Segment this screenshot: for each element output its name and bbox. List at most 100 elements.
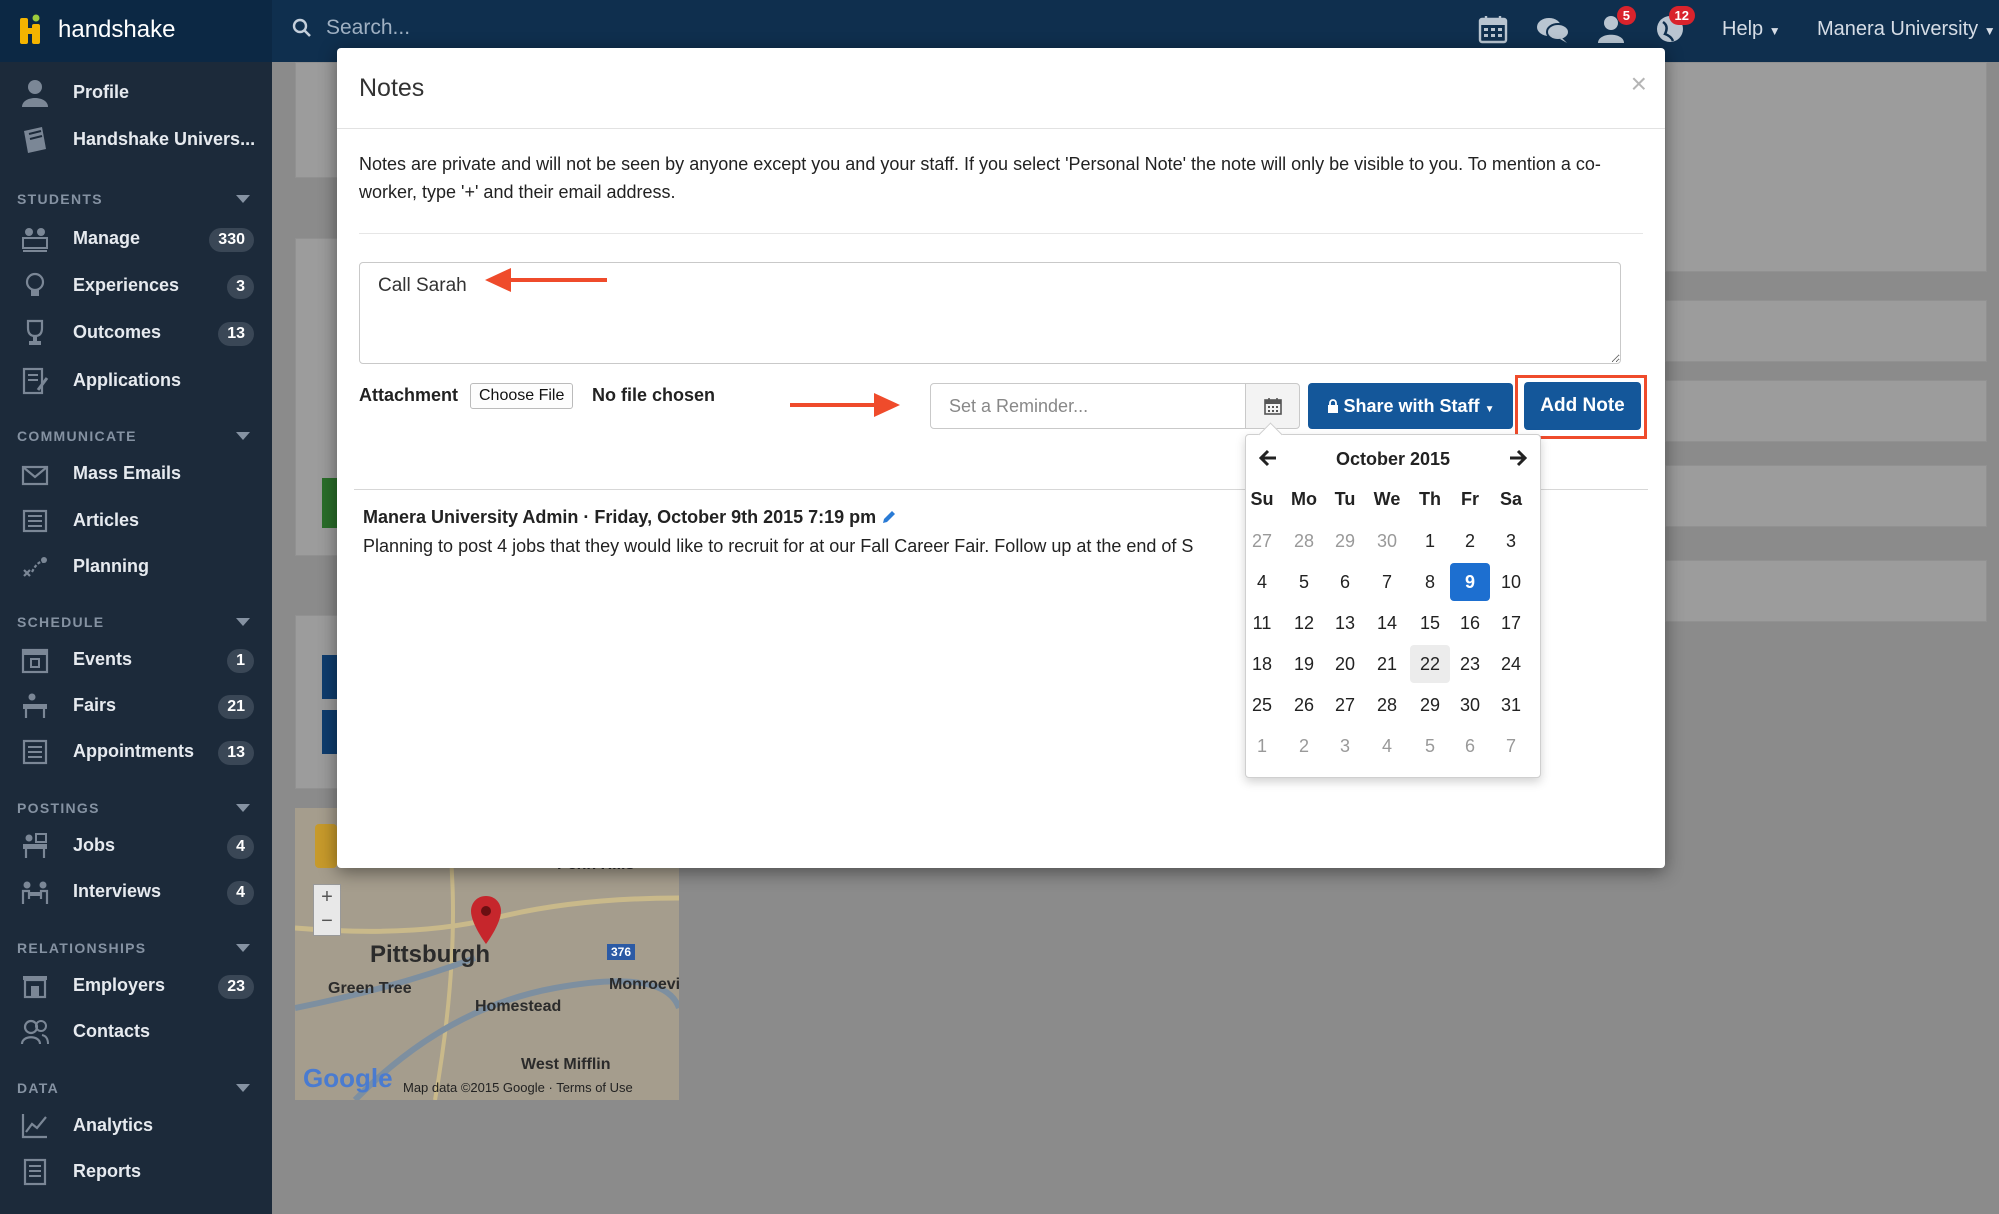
calendar-day[interactable]: 5 xyxy=(1284,563,1324,601)
calendar-day[interactable]: 15 xyxy=(1410,604,1450,642)
sidebar-item-fairs[interactable]: Fairs 21 xyxy=(0,685,272,725)
collapse-caret-icon[interactable] xyxy=(236,618,250,626)
terms-link[interactable]: Terms of Use xyxy=(556,1080,633,1095)
collapse-caret-icon[interactable] xyxy=(236,944,250,952)
calendar-icon xyxy=(1264,398,1282,415)
calendar-day[interactable]: 2 xyxy=(1284,727,1324,765)
trophy-icon xyxy=(26,319,44,345)
calendar-day[interactable]: 12 xyxy=(1284,604,1324,642)
calendar-day[interactable]: 18 xyxy=(1242,645,1282,683)
calendar-day[interactable]: 9 xyxy=(1450,563,1490,601)
sidebar-item-analytics[interactable]: Analytics xyxy=(0,1105,272,1145)
sidebar-item-manage[interactable]: Manage 330 xyxy=(0,218,272,258)
calendar-day[interactable]: 4 xyxy=(1367,727,1407,765)
collapse-caret-icon[interactable] xyxy=(236,804,250,812)
arrow-right-icon[interactable] xyxy=(1508,448,1528,468)
collapse-caret-icon[interactable] xyxy=(236,1084,250,1092)
section-schedule: SCHEDULE xyxy=(17,614,105,630)
reminder-calendar-button[interactable] xyxy=(1245,383,1300,429)
calendar-day[interactable]: 29 xyxy=(1410,686,1450,724)
sidebar-item-school[interactable]: Handshake Univers... xyxy=(0,119,272,159)
calendar-day[interactable]: 7 xyxy=(1491,727,1531,765)
help-menu[interactable]: Help ▼ xyxy=(1722,18,1781,41)
calendar-day[interactable]: 11 xyxy=(1242,604,1282,642)
choose-file-button[interactable]: Choose File xyxy=(470,383,574,409)
account-menu[interactable]: Manera University ▼ xyxy=(1817,18,1996,41)
calendar-day[interactable]: 6 xyxy=(1450,727,1490,765)
sidebar-label: Articles xyxy=(73,510,140,530)
collapse-caret-icon[interactable] xyxy=(236,432,250,440)
calendar-day[interactable]: 31 xyxy=(1491,686,1531,724)
sidebar-item-employers[interactable]: Employers 23 xyxy=(0,965,272,1005)
network-button[interactable]: 12 xyxy=(1655,6,1695,49)
calendar-day[interactable]: 23 xyxy=(1450,645,1490,683)
sidebar-item-experiences[interactable]: Experiences 3 xyxy=(0,265,272,305)
sidebar-item-planning[interactable]: Planning xyxy=(0,546,272,586)
calendar-day[interactable]: 19 xyxy=(1284,645,1324,683)
sidebar-item-outcomes[interactable]: Outcomes 13 xyxy=(0,312,272,352)
brand[interactable]: handshake xyxy=(0,0,272,62)
calendar-day[interactable]: 16 xyxy=(1450,604,1490,642)
sidebar-item-jobs[interactable]: Jobs 4 xyxy=(0,825,272,865)
sidebar-item-events[interactable]: Events 1 xyxy=(0,639,272,679)
calendar-day[interactable]: 22 xyxy=(1410,645,1450,683)
notifications-button[interactable]: 5 xyxy=(1596,6,1636,49)
user-icon xyxy=(22,80,48,107)
sidebar-item-contacts[interactable]: Contacts xyxy=(0,1011,272,1051)
map-marker-icon[interactable] xyxy=(469,894,503,946)
sidebar-item-reports[interactable]: Reports xyxy=(0,1151,272,1191)
calendar-day[interactable]: 3 xyxy=(1491,522,1531,560)
pencil-icon[interactable] xyxy=(881,509,897,525)
calendar-day[interactable]: 5 xyxy=(1410,727,1450,765)
calendar-day[interactable]: 30 xyxy=(1367,522,1407,560)
close-icon[interactable]: × xyxy=(1631,68,1647,100)
calendar-day[interactable]: 6 xyxy=(1325,563,1365,601)
calendar-day[interactable]: 14 xyxy=(1367,604,1407,642)
street-view-pegman-icon[interactable] xyxy=(315,824,337,868)
sidebar-label: Experiences xyxy=(73,275,180,295)
reminder-input[interactable]: Set a Reminder... xyxy=(930,383,1246,429)
calendar-day[interactable]: 3 xyxy=(1325,727,1365,765)
sidebar-item-profile[interactable]: Profile xyxy=(0,72,272,112)
add-note-button[interactable]: Add Note xyxy=(1524,382,1641,430)
calendar-day[interactable]: 24 xyxy=(1491,645,1531,683)
calendar-day[interactable]: 28 xyxy=(1367,686,1407,724)
sidebar-label: Mass Emails xyxy=(73,463,182,483)
calendar-day[interactable]: 7 xyxy=(1367,563,1407,601)
sidebar-label: Applications xyxy=(73,370,182,390)
calendar-day[interactable]: 13 xyxy=(1325,604,1365,642)
messages-icon[interactable] xyxy=(1536,16,1570,44)
calendar-day[interactable]: 29 xyxy=(1325,522,1365,560)
report-icon xyxy=(23,1158,47,1186)
calendar-day[interactable]: 17 xyxy=(1491,604,1531,642)
sidebar-item-articles[interactable]: Articles xyxy=(0,500,272,540)
share-with-staff-button[interactable]: Share with Staff ▼ xyxy=(1308,383,1513,429)
notes-instructions: Notes are private and will not be seen b… xyxy=(359,154,1601,202)
sidebar-item-applications[interactable]: Applications xyxy=(0,360,272,400)
modal-header: Notes × xyxy=(337,48,1665,129)
calendar-icon[interactable] xyxy=(1478,14,1508,44)
calendar-day[interactable]: 2 xyxy=(1450,522,1490,560)
calendar-day[interactable]: 1 xyxy=(1410,522,1450,560)
calendar-day[interactable]: 28 xyxy=(1284,522,1324,560)
calendar-day[interactable]: 27 xyxy=(1242,522,1282,560)
calendar-day[interactable]: 20 xyxy=(1325,645,1365,683)
calendar-day[interactable]: 27 xyxy=(1325,686,1365,724)
month-label[interactable]: October 2015 xyxy=(1246,449,1540,470)
calendar-day[interactable]: 8 xyxy=(1410,563,1450,601)
calendar-day[interactable]: 1 xyxy=(1242,727,1282,765)
search-bar[interactable]: Search... xyxy=(292,16,410,40)
calendar-day[interactable]: 21 xyxy=(1367,645,1407,683)
sidebar-item-mass-emails[interactable]: Mass Emails xyxy=(0,453,272,493)
calendar-day[interactable]: 30 xyxy=(1450,686,1490,724)
calendar-day[interactable]: 26 xyxy=(1284,686,1324,724)
collapse-caret-icon[interactable] xyxy=(236,195,250,203)
calendar-day[interactable]: 10 xyxy=(1491,563,1531,601)
jobs-icon xyxy=(23,833,47,858)
calendar-day[interactable]: 25 xyxy=(1242,686,1282,724)
zoom-controls[interactable]: + − xyxy=(313,884,341,936)
sidebar-item-interviews[interactable]: Interviews 4 xyxy=(0,871,272,911)
sidebar-label: Handshake Univers... xyxy=(73,129,256,149)
calendar-day[interactable]: 4 xyxy=(1242,563,1282,601)
sidebar-item-appointments[interactable]: Appointments 13 xyxy=(0,731,272,771)
